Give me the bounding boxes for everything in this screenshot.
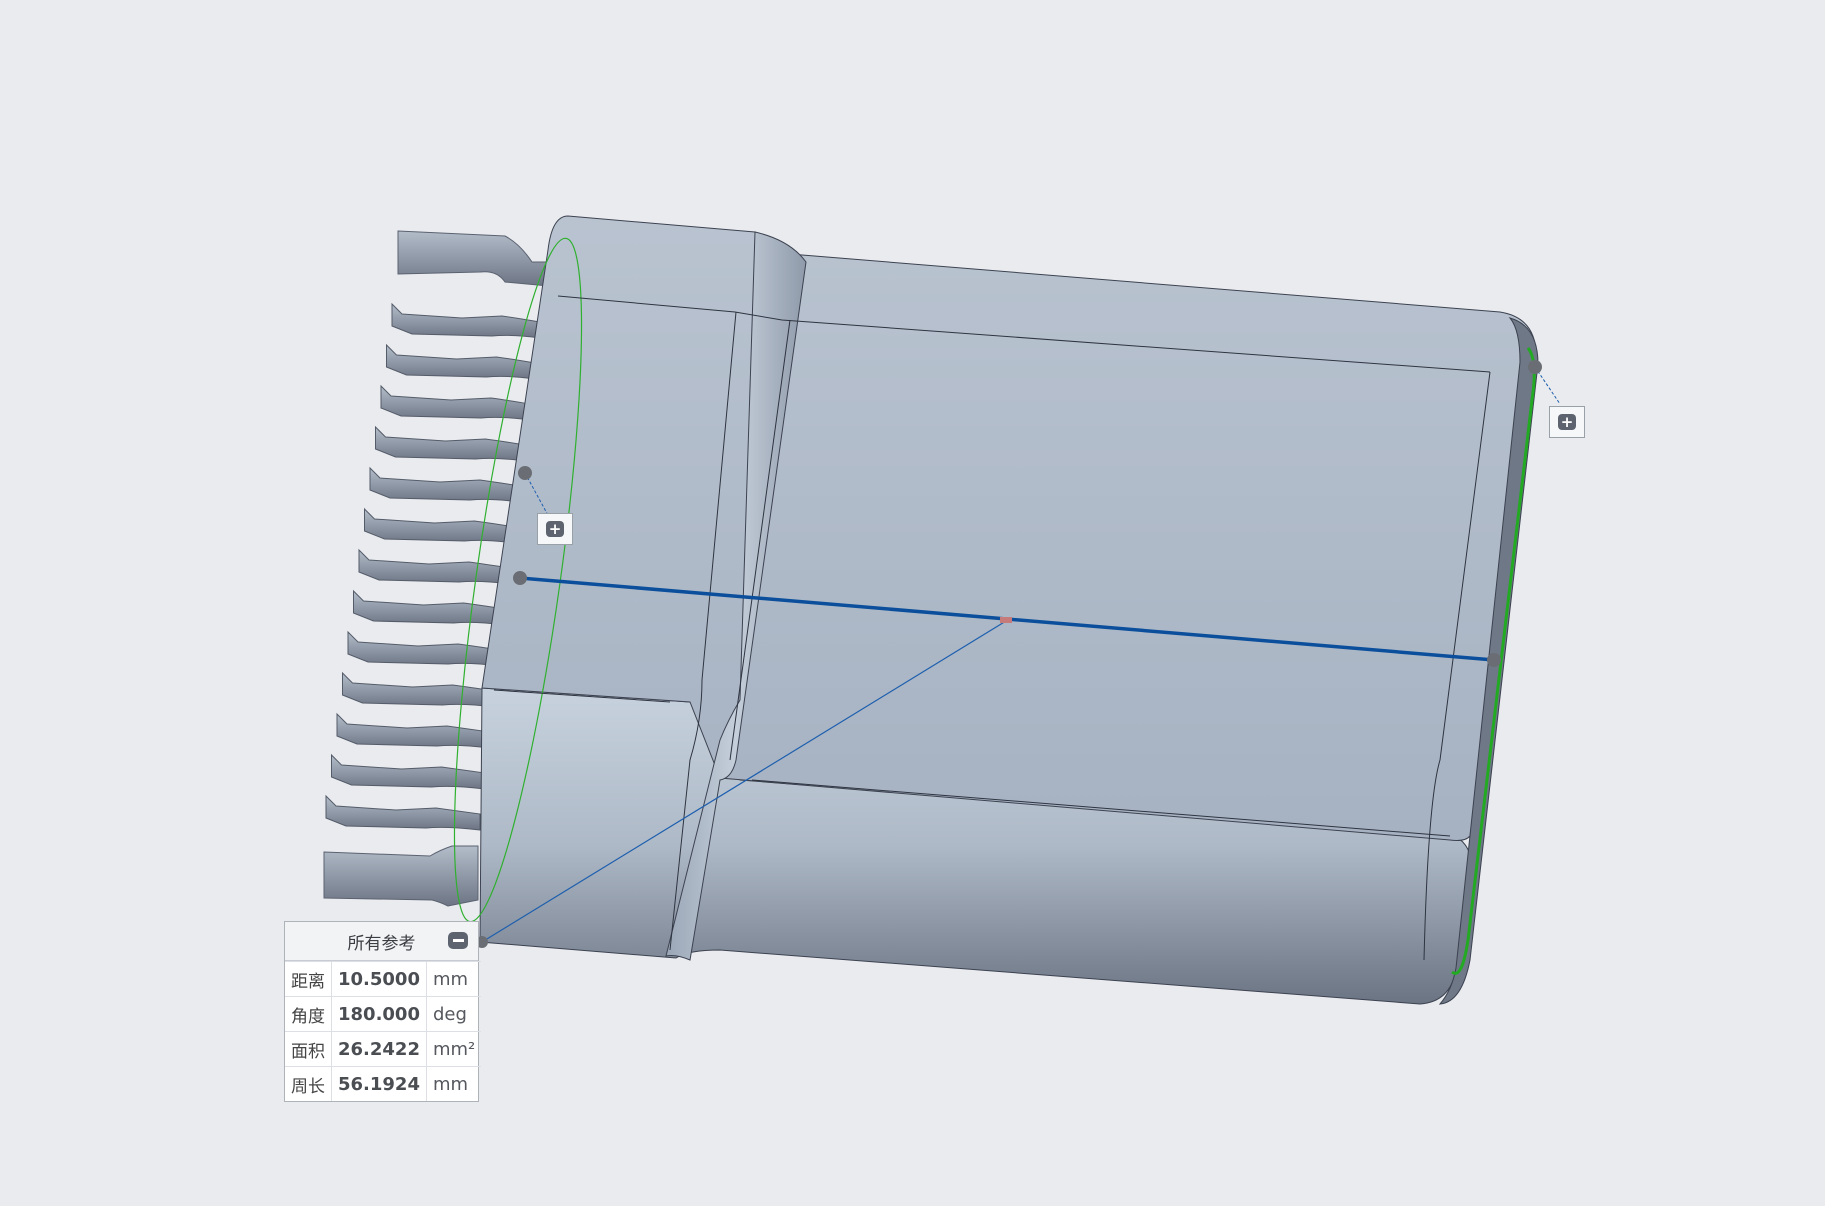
signal-pin[interactable] [325, 794, 481, 831]
row-label: 面积 [285, 1031, 332, 1067]
measurement-table: 距离 10.5000 mm 角度 180.000 deg 面积 26.2422 … [285, 961, 482, 1101]
signal-pin[interactable] [380, 384, 531, 421]
reference-point-rear-top [518, 466, 532, 480]
reference-point-front-top [1528, 360, 1542, 374]
signal-pin[interactable] [336, 712, 491, 749]
row-value: 56.1924 [331, 1066, 427, 1101]
table-row: 周长 56.1924 mm [285, 1066, 482, 1101]
signal-pin[interactable] [342, 671, 496, 708]
plus-icon: + [546, 521, 564, 537]
collapse-button[interactable] [448, 932, 468, 949]
expand-annotation-button-front[interactable]: + [1549, 406, 1585, 438]
pin-top-large [397, 230, 549, 287]
row-unit: deg [426, 996, 482, 1032]
row-label: 距离 [285, 961, 332, 997]
row-label: 角度 [285, 996, 332, 1032]
signal-pin[interactable] [369, 466, 521, 503]
signal-pin[interactable] [331, 753, 486, 790]
table-row: 角度 180.000 deg [285, 996, 482, 1032]
signal-pin[interactable] [375, 425, 526, 462]
3d-viewport[interactable]: + + 所有参考 距离 10.5000 mm 角度 180.000 deg 面积 [0, 0, 1825, 1206]
plus-icon: + [1558, 414, 1576, 430]
reference-point-front-center [1487, 653, 1501, 667]
panel-title: 所有参考 [347, 933, 416, 954]
model-canvas[interactable] [0, 0, 1825, 1206]
table-row: 面积 26.2422 mm² [285, 1031, 482, 1067]
expand-annotation-button-rear[interactable]: + [537, 513, 573, 545]
midpoint-marker [1000, 617, 1012, 623]
table-row: 距离 10.5000 mm [285, 961, 482, 997]
row-value: 180.000 [331, 996, 427, 1032]
row-value: 10.5000 [331, 961, 427, 997]
panel-header: 所有参考 [285, 922, 478, 961]
signal-pin[interactable] [391, 302, 541, 339]
minus-icon [452, 939, 464, 942]
row-value: 26.2422 [331, 1031, 427, 1067]
signal-pin[interactable] [358, 548, 511, 585]
measurement-panel: 所有参考 距离 10.5000 mm 角度 180.000 deg 面积 26.… [284, 921, 482, 1102]
signal-pin[interactable] [353, 589, 506, 626]
reference-point-rear-center [513, 571, 527, 585]
row-unit: mm [426, 1066, 482, 1101]
row-unit: mm² [426, 1031, 482, 1067]
row-label: 周长 [285, 1066, 332, 1101]
signal-pin[interactable] [364, 507, 516, 544]
row-unit: mm [426, 961, 482, 997]
signal-pin[interactable] [347, 630, 501, 667]
